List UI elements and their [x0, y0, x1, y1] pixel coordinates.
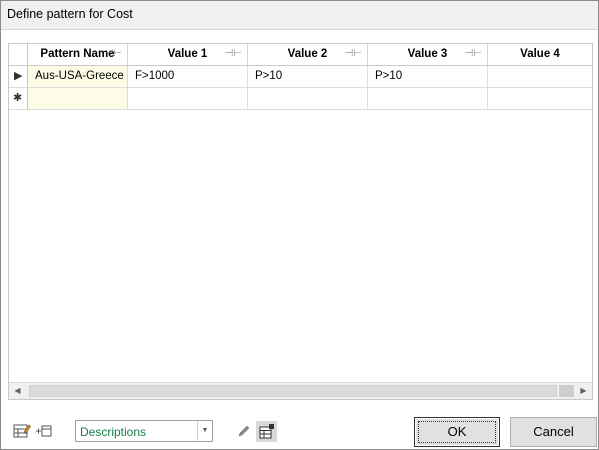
cell-text: P>10: [255, 70, 283, 82]
pin-icon[interactable]: ⊣⊢: [105, 48, 122, 59]
dialog-title: Define pattern for Cost: [7, 7, 133, 21]
title-bar: Define pattern for Cost: [1, 1, 598, 30]
horizontal-scrollbar[interactable]: ◀ ▶: [9, 382, 592, 399]
new-row-asterisk-icon: ✱: [13, 92, 23, 104]
cancel-button-label: Cancel: [533, 424, 574, 439]
new-row-indicator[interactable]: ✱: [9, 88, 28, 110]
new-cell-value-1[interactable]: [128, 88, 248, 110]
new-cell-value-4[interactable]: [488, 88, 592, 110]
focus-rectangle: [418, 421, 496, 443]
pencil-icon[interactable]: [238, 425, 250, 440]
dropdown-value: Descriptions: [80, 425, 147, 439]
pin-icon[interactable]: ⊣⊢: [225, 48, 242, 59]
row-indicator[interactable]: ▶: [9, 66, 28, 88]
cell-value-4[interactable]: [488, 66, 592, 88]
pattern-grid[interactable]: Pattern Name ⊣⊢ Value 1 ⊣⊢ Value 2 ⊣⊢ Va…: [8, 43, 593, 400]
cell-value-3[interactable]: P>10: [368, 66, 488, 88]
cell-value-2[interactable]: P>10: [248, 66, 368, 88]
grid-layout-toggle-icon[interactable]: [256, 421, 277, 442]
scrollbar-thumb[interactable]: [559, 385, 574, 397]
scroll-left-icon[interactable]: ◀: [9, 383, 26, 399]
pin-icon[interactable]: ⊣⊢: [465, 48, 482, 59]
column-header-value-2[interactable]: Value 2 ⊣⊢: [248, 44, 368, 66]
column-header-value-1[interactable]: Value 1 ⊣⊢: [128, 44, 248, 66]
scrollbar-track[interactable]: [29, 385, 557, 397]
cell-text: F>1000: [135, 70, 175, 82]
column-header-pattern-name[interactable]: Pattern Name ⊣⊢: [28, 44, 128, 66]
description-mode-dropdown[interactable]: Descriptions ▼: [75, 420, 213, 442]
pin-icon[interactable]: ⊣⊢: [345, 48, 362, 59]
column-header-value-3[interactable]: Value 3 ⊣⊢: [368, 44, 488, 66]
pattern-dialog: Define pattern for Cost Pattern Name ⊣⊢ …: [0, 0, 599, 450]
scroll-right-icon[interactable]: ▶: [575, 383, 592, 399]
new-cell-pattern-name[interactable]: [28, 88, 128, 110]
edit-grid-icon[interactable]: [13, 423, 31, 442]
new-cell-value-3[interactable]: [368, 88, 488, 110]
ok-button[interactable]: OK: [414, 417, 500, 447]
cell-text: Aus-USA-Greece: [35, 70, 124, 82]
chevron-down-icon[interactable]: ▼: [197, 421, 212, 441]
grid-corner: [9, 44, 28, 66]
cell-pattern-name[interactable]: Aus-USA-Greece: [28, 66, 128, 88]
cell-value-1[interactable]: F>1000: [128, 66, 248, 88]
add-column-icon[interactable]: [36, 425, 52, 440]
cell-text: P>10: [375, 70, 403, 82]
column-header-value-4[interactable]: Value 4: [488, 44, 592, 66]
column-header-label: Value 4: [520, 48, 560, 60]
new-cell-value-2[interactable]: [248, 88, 368, 110]
cancel-button[interactable]: Cancel: [510, 417, 597, 447]
current-row-arrow-icon: ▶: [14, 70, 23, 82]
